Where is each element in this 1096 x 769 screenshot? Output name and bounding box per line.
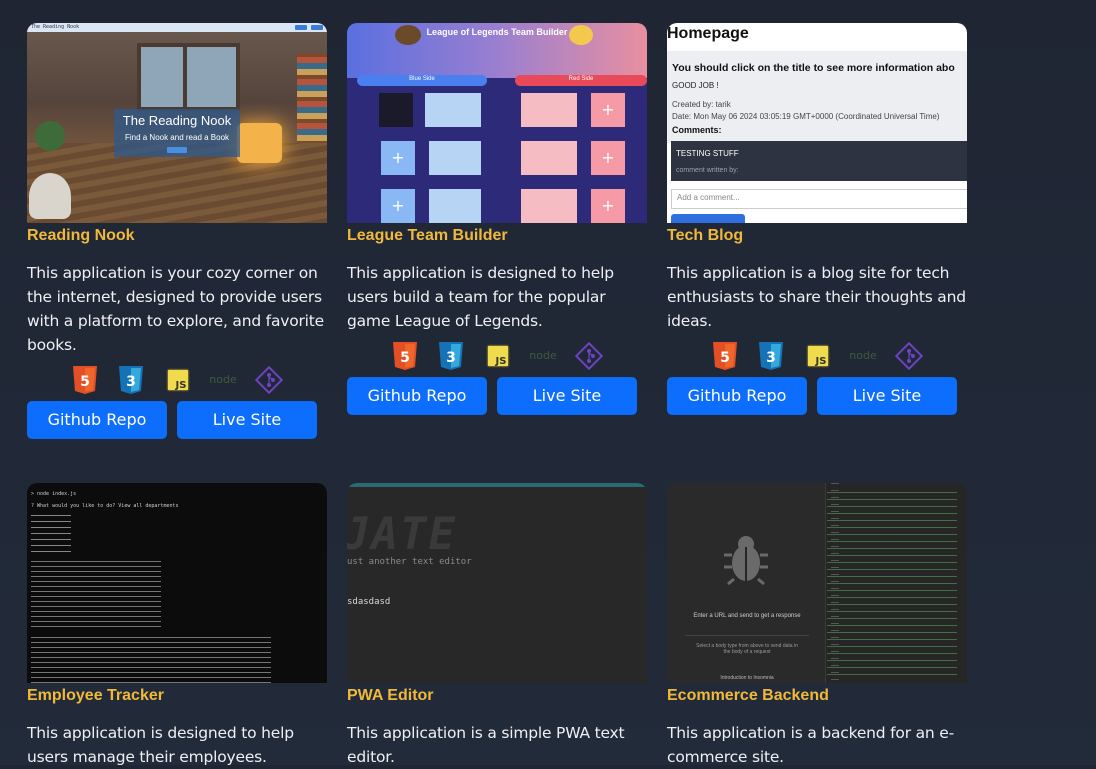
css3-icon: 3 <box>759 342 783 370</box>
project-card-reading-nook: The Reading Nook The Reading Nook Find a… <box>27 23 327 441</box>
screenshot-comment: TESTING STUFF <box>676 149 739 158</box>
screenshot-hint: Enter a URL and send to get a response <box>693 613 801 619</box>
svg-text:3: 3 <box>766 350 776 366</box>
project-actions: Github Repo Live Site <box>27 401 327 441</box>
screenshot-nav-title: The Reading Nook <box>31 24 80 30</box>
screenshot-add-slot: + <box>591 141 625 175</box>
project-description: This application is a backend for an e-c… <box>667 724 954 766</box>
git-icon <box>895 342 923 370</box>
screenshot-date: Date: Mon May 06 2024 03:05:19 GMT+0000 … <box>672 112 940 121</box>
project-card-ecommerce-backend: Enter a URL and send to get a response S… <box>667 483 967 769</box>
project-title: Reading Nook <box>27 227 135 244</box>
project-title: Employee Tracker <box>27 687 164 704</box>
html5-icon: 5 <box>393 342 417 370</box>
project-card-employee-tracker: > node index.js ? What would you like to… <box>27 483 327 769</box>
github-repo-button[interactable]: Github Repo <box>347 377 487 415</box>
screenshot-logo: JATE <box>347 509 457 560</box>
project-title: PWA Editor <box>347 687 434 704</box>
git-icon <box>255 366 283 394</box>
bug-icon <box>724 536 768 585</box>
svg-text:5: 5 <box>400 350 410 366</box>
project-screenshot[interactable]: JATE ust another text editor sdasdasd <box>347 483 647 683</box>
project-description: This application is your cozy corner on … <box>27 264 324 354</box>
svg-text:node: node <box>209 373 237 386</box>
project-description: This application is designed to help use… <box>347 264 614 330</box>
project-description: This application is designed to help use… <box>27 724 294 766</box>
screenshot-typed-text: sdasdasd <box>347 597 391 607</box>
project-screenshot[interactable]: Homepage You should click on the title t… <box>667 23 967 223</box>
nodejs-icon: node <box>849 349 877 362</box>
screenshot-hint2: Select a body type from above to send da… <box>696 643 798 655</box>
javascript-icon: JS <box>806 344 830 368</box>
screenshot-post: GOOD JOB ! <box>672 81 719 90</box>
screenshot-add-slot: + <box>591 189 625 223</box>
project-screenshot[interactable]: The Reading Nook The Reading Nook Find a… <box>27 23 327 223</box>
svg-text:JS: JS <box>495 356 507 367</box>
screenshot-heading: The Reading Nook <box>122 113 232 128</box>
screenshot-blue-side: Blue Side <box>409 76 435 82</box>
tech-icons: 5 3 JS node <box>667 337 967 377</box>
nodejs-icon: node <box>529 349 557 362</box>
tech-icons: 5 3 JS node <box>347 337 647 377</box>
screenshot-add-slot: + <box>591 93 625 127</box>
screenshot-command: > node index.js <box>31 491 77 497</box>
svg-text:5: 5 <box>80 374 90 390</box>
project-screenshot[interactable]: Enter a URL and send to get a response S… <box>667 483 967 683</box>
javascript-icon: JS <box>486 344 510 368</box>
git-icon <box>575 342 603 370</box>
screenshot-add-slot: + <box>381 189 415 223</box>
live-site-button[interactable]: Live Site <box>177 401 317 439</box>
html5-icon: 5 <box>73 366 97 394</box>
screenshot-add-comment: Add a comment... <box>677 193 740 202</box>
project-title: Tech Blog <box>667 227 744 244</box>
screenshot-comment-meta: comment written by: <box>676 167 739 174</box>
screenshot-heading: Homepage <box>667 25 749 42</box>
css3-icon: 3 <box>119 366 143 394</box>
project-card-pwa-editor: JATE ust another text editor sdasdasd PW… <box>347 483 647 769</box>
live-site-button[interactable]: Live Site <box>817 377 957 415</box>
screenshot-subheading: Find a Nook and read a Book <box>124 133 230 142</box>
svg-text:node: node <box>849 349 877 362</box>
live-site-button[interactable]: Live Site <box>497 377 637 415</box>
javascript-icon: JS <box>166 368 190 392</box>
screenshot-add-slot: + <box>381 141 415 175</box>
svg-text:3: 3 <box>446 350 456 366</box>
svg-text:3: 3 <box>126 374 136 390</box>
nodejs-icon: node <box>209 373 237 386</box>
project-screenshot[interactable]: League of Legends Team Builder Blue Side… <box>347 23 647 223</box>
project-actions: Github Repo Live Site <box>347 377 647 417</box>
tech-icons: 5 3 JS node <box>27 361 327 401</box>
project-screenshot[interactable]: > node index.js ? What would you like to… <box>27 483 327 683</box>
project-title: League Team Builder <box>347 227 508 244</box>
project-actions: Github Repo Live Site <box>667 377 967 417</box>
screenshot-created-by: Created by: tarik <box>672 100 731 109</box>
screenshot-link: Introduction to Insomnia <box>720 675 774 681</box>
screenshot-prompt: You should click on the title to see mor… <box>672 62 955 74</box>
svg-text:node: node <box>529 349 557 362</box>
css3-icon: 3 <box>439 342 463 370</box>
svg-text:JS: JS <box>815 356 827 367</box>
project-description: This application is a simple PWA text ed… <box>347 724 625 766</box>
github-repo-button[interactable]: Github Repo <box>667 377 807 415</box>
screenshot-question: ? What would you like to do? View all de… <box>31 503 179 509</box>
project-description: This application is a blog site for tech… <box>667 264 966 330</box>
project-title: Ecommerce Backend <box>667 687 829 704</box>
screenshot-heading: League of Legends Team Builder <box>426 27 568 37</box>
screenshot-tagline: ust another text editor <box>347 557 472 567</box>
github-repo-button[interactable]: Github Repo <box>27 401 167 439</box>
svg-text:5: 5 <box>720 350 730 366</box>
screenshot-comments-label: Comments: <box>672 125 722 135</box>
screenshot-red-side: Red Side <box>568 76 594 82</box>
html5-icon: 5 <box>713 342 737 370</box>
svg-text:JS: JS <box>175 380 187 391</box>
project-card-league-team-builder: League of Legends Team Builder Blue Side… <box>347 23 647 417</box>
project-card-tech-blog: Homepage You should click on the title t… <box>667 23 967 417</box>
